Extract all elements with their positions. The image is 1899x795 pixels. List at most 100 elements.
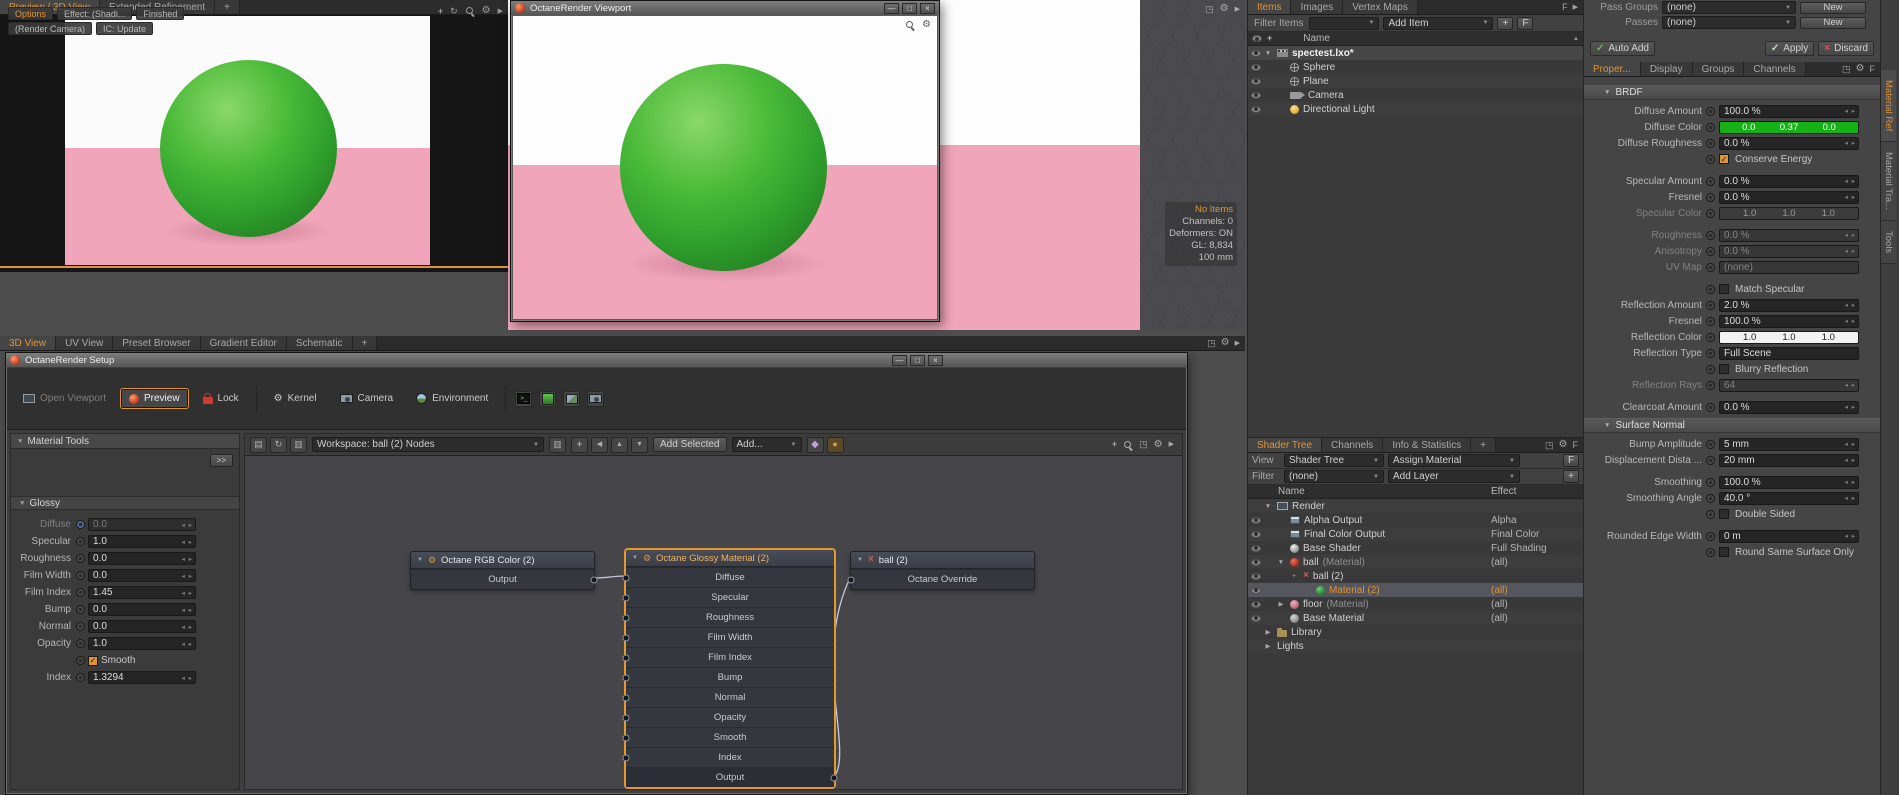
visibility-toggle[interactable] xyxy=(1250,586,1261,594)
channel-knob[interactable] xyxy=(1706,230,1715,240)
node-port-specular[interactable]: Specular xyxy=(622,587,834,607)
preview-button[interactable]: Preview xyxy=(120,389,188,408)
spinner-icon[interactable] xyxy=(182,538,195,546)
channel-knob[interactable] xyxy=(1706,122,1715,132)
tab-channels[interactable]: Channels xyxy=(1744,62,1806,76)
channel-knob[interactable] xyxy=(1706,332,1715,342)
gear-icon[interactable] xyxy=(482,6,491,16)
channel-knob[interactable] xyxy=(1706,402,1715,412)
value-field[interactable]: 5 mm xyxy=(1719,437,1859,451)
greensq-button[interactable] xyxy=(539,390,557,407)
overlay-effect-shadi[interactable]: Effect: (Shadi... xyxy=(57,7,133,20)
expander-icon[interactable]: ▼ xyxy=(1263,503,1273,510)
channel-knob[interactable] xyxy=(76,520,85,529)
tab-vertex-maps[interactable]: Vertex Maps xyxy=(1343,0,1418,14)
channel-knob[interactable] xyxy=(1706,477,1715,487)
visibility-toggle[interactable] xyxy=(1250,63,1261,71)
input-port-dot[interactable] xyxy=(622,754,630,761)
node-port-bump[interactable]: Bump xyxy=(622,667,834,687)
input-port-dot[interactable] xyxy=(622,634,630,641)
plus-button[interactable] xyxy=(571,436,588,453)
spinner-icon[interactable] xyxy=(182,572,195,580)
gear-icon[interactable] xyxy=(1559,440,1568,450)
spinner-icon[interactable] xyxy=(1845,231,1858,239)
gear-icon[interactable] xyxy=(1220,4,1229,14)
f-icon[interactable] xyxy=(1573,441,1579,450)
assign-material-dropdown[interactable]: Assign Material xyxy=(1388,454,1520,467)
close-button[interactable]: × xyxy=(928,355,943,366)
visibility-toggle[interactable] xyxy=(1250,572,1261,580)
value-field[interactable]: 0.0 % xyxy=(1719,136,1859,150)
shader-row-alpha-output[interactable]: Alpha Output Alpha xyxy=(1248,513,1583,527)
channel-knob[interactable] xyxy=(1706,348,1715,358)
tab-proper[interactable]: Proper... xyxy=(1584,62,1641,76)
channel-knob[interactable] xyxy=(1706,364,1715,374)
grid-button[interactable] xyxy=(250,436,267,453)
value-field[interactable]: 0.0 xyxy=(88,518,196,531)
octane-setup-window[interactable]: OctaneRender Setup — □ × Open Viewport Prev… xyxy=(5,352,1188,795)
view-dropdown[interactable]: Shader Tree xyxy=(1284,454,1384,467)
tab-plus[interactable]: + xyxy=(215,0,240,14)
tab-3d-view[interactable]: 3D View xyxy=(0,336,57,350)
play-icon[interactable] xyxy=(1573,4,1578,11)
expand-panel-button[interactable]: >> xyxy=(209,454,233,467)
value-field[interactable]: 1.45 xyxy=(88,586,196,599)
minimize-button[interactable]: — xyxy=(892,355,907,366)
checkbox-smooth[interactable] xyxy=(88,655,98,666)
diamond-button[interactable] xyxy=(806,436,824,453)
channel-knob[interactable] xyxy=(1706,380,1715,390)
color-field-reflection-color[interactable]: 1.0 1.0 1.0 xyxy=(1719,330,1859,344)
add-layer-dropdown[interactable]: Add Layer xyxy=(1388,470,1520,483)
channel-knob[interactable] xyxy=(76,622,85,631)
auto-add-button[interactable]: ✓ Auto Add xyxy=(1590,40,1655,56)
side-tab-material-tra[interactable]: Material Tra... xyxy=(1881,142,1896,222)
value-field[interactable]: 1.3294 xyxy=(88,671,196,684)
value-field[interactable]: 0.0 % xyxy=(1719,244,1859,258)
dropdown-uv-map[interactable]: (none) xyxy=(1719,260,1859,274)
node-port-index[interactable]: Index xyxy=(622,747,834,767)
layout-icon[interactable] xyxy=(549,436,566,453)
down-button[interactable] xyxy=(631,436,648,453)
visibility-toggle[interactable] xyxy=(1250,558,1261,566)
channel-knob[interactable] xyxy=(1706,284,1715,294)
node-canvas[interactable]: ▼ ⚙ Octane RGB Color (2) Output ▼ ⚙ Octane Glo… xyxy=(245,456,1182,789)
node-port-opacity[interactable]: Opacity xyxy=(622,707,834,727)
channel-knob[interactable] xyxy=(76,605,85,614)
spinner-icon[interactable] xyxy=(1845,456,1858,464)
plus-icon[interactable] xyxy=(438,7,443,16)
filter-dropdown[interactable]: (none) xyxy=(1284,470,1384,483)
spinner-icon[interactable] xyxy=(1845,177,1858,185)
maximize-button[interactable]: □ xyxy=(910,355,925,366)
gear-icon[interactable] xyxy=(1221,338,1230,348)
up-button[interactable] xyxy=(611,436,628,453)
spinner-icon[interactable] xyxy=(1845,403,1858,411)
popout-icon[interactable] xyxy=(1205,4,1214,14)
channel-knob[interactable] xyxy=(1706,246,1715,256)
node-header[interactable]: ▼ ⚙ Octane RGB Color (2) xyxy=(411,552,594,569)
channel-knob[interactable] xyxy=(1706,262,1715,272)
input-port-dot[interactable] xyxy=(622,734,630,741)
color-field-diffuse-color[interactable]: 0.0 0.37 0.0 xyxy=(1719,120,1859,134)
expander-icon[interactable]: + xyxy=(1289,573,1299,580)
f-icon[interactable] xyxy=(1870,65,1876,74)
overlay-render-camera[interactable]: (Render Camera) xyxy=(8,22,93,35)
input-port-dot[interactable] xyxy=(622,654,630,661)
gear-icon[interactable] xyxy=(1154,440,1163,450)
side-tab-tools[interactable]: Tools xyxy=(1881,221,1896,265)
tab-shader-tree[interactable]: Shader Tree xyxy=(1248,438,1323,452)
node-port-normal[interactable]: Normal xyxy=(622,687,834,707)
dropdown-reflection-type[interactable]: Full Scene xyxy=(1719,346,1859,360)
filter-items-dropdown[interactable] xyxy=(1309,16,1380,30)
play-icon[interactable] xyxy=(1235,4,1240,14)
spinner-icon[interactable] xyxy=(182,606,195,614)
gl-3d-viewport[interactable]: No ItemsChannels: 0Deformers: ONGL: 8,83… xyxy=(1140,0,1245,330)
grid2-button[interactable] xyxy=(290,436,307,453)
value-field[interactable]: 2.0 % xyxy=(1719,298,1859,312)
item-row-plane[interactable]: Plane xyxy=(1248,74,1583,88)
cam2-button[interactable] xyxy=(587,390,605,407)
shader-row-floor[interactable]: ▶ floor (Material) (all) xyxy=(1248,597,1583,611)
image-button[interactable] xyxy=(563,390,581,407)
f-icon[interactable] xyxy=(1562,3,1568,12)
input-port-dot[interactable] xyxy=(622,714,630,721)
new-passes-button[interactable]: New xyxy=(1800,16,1866,29)
